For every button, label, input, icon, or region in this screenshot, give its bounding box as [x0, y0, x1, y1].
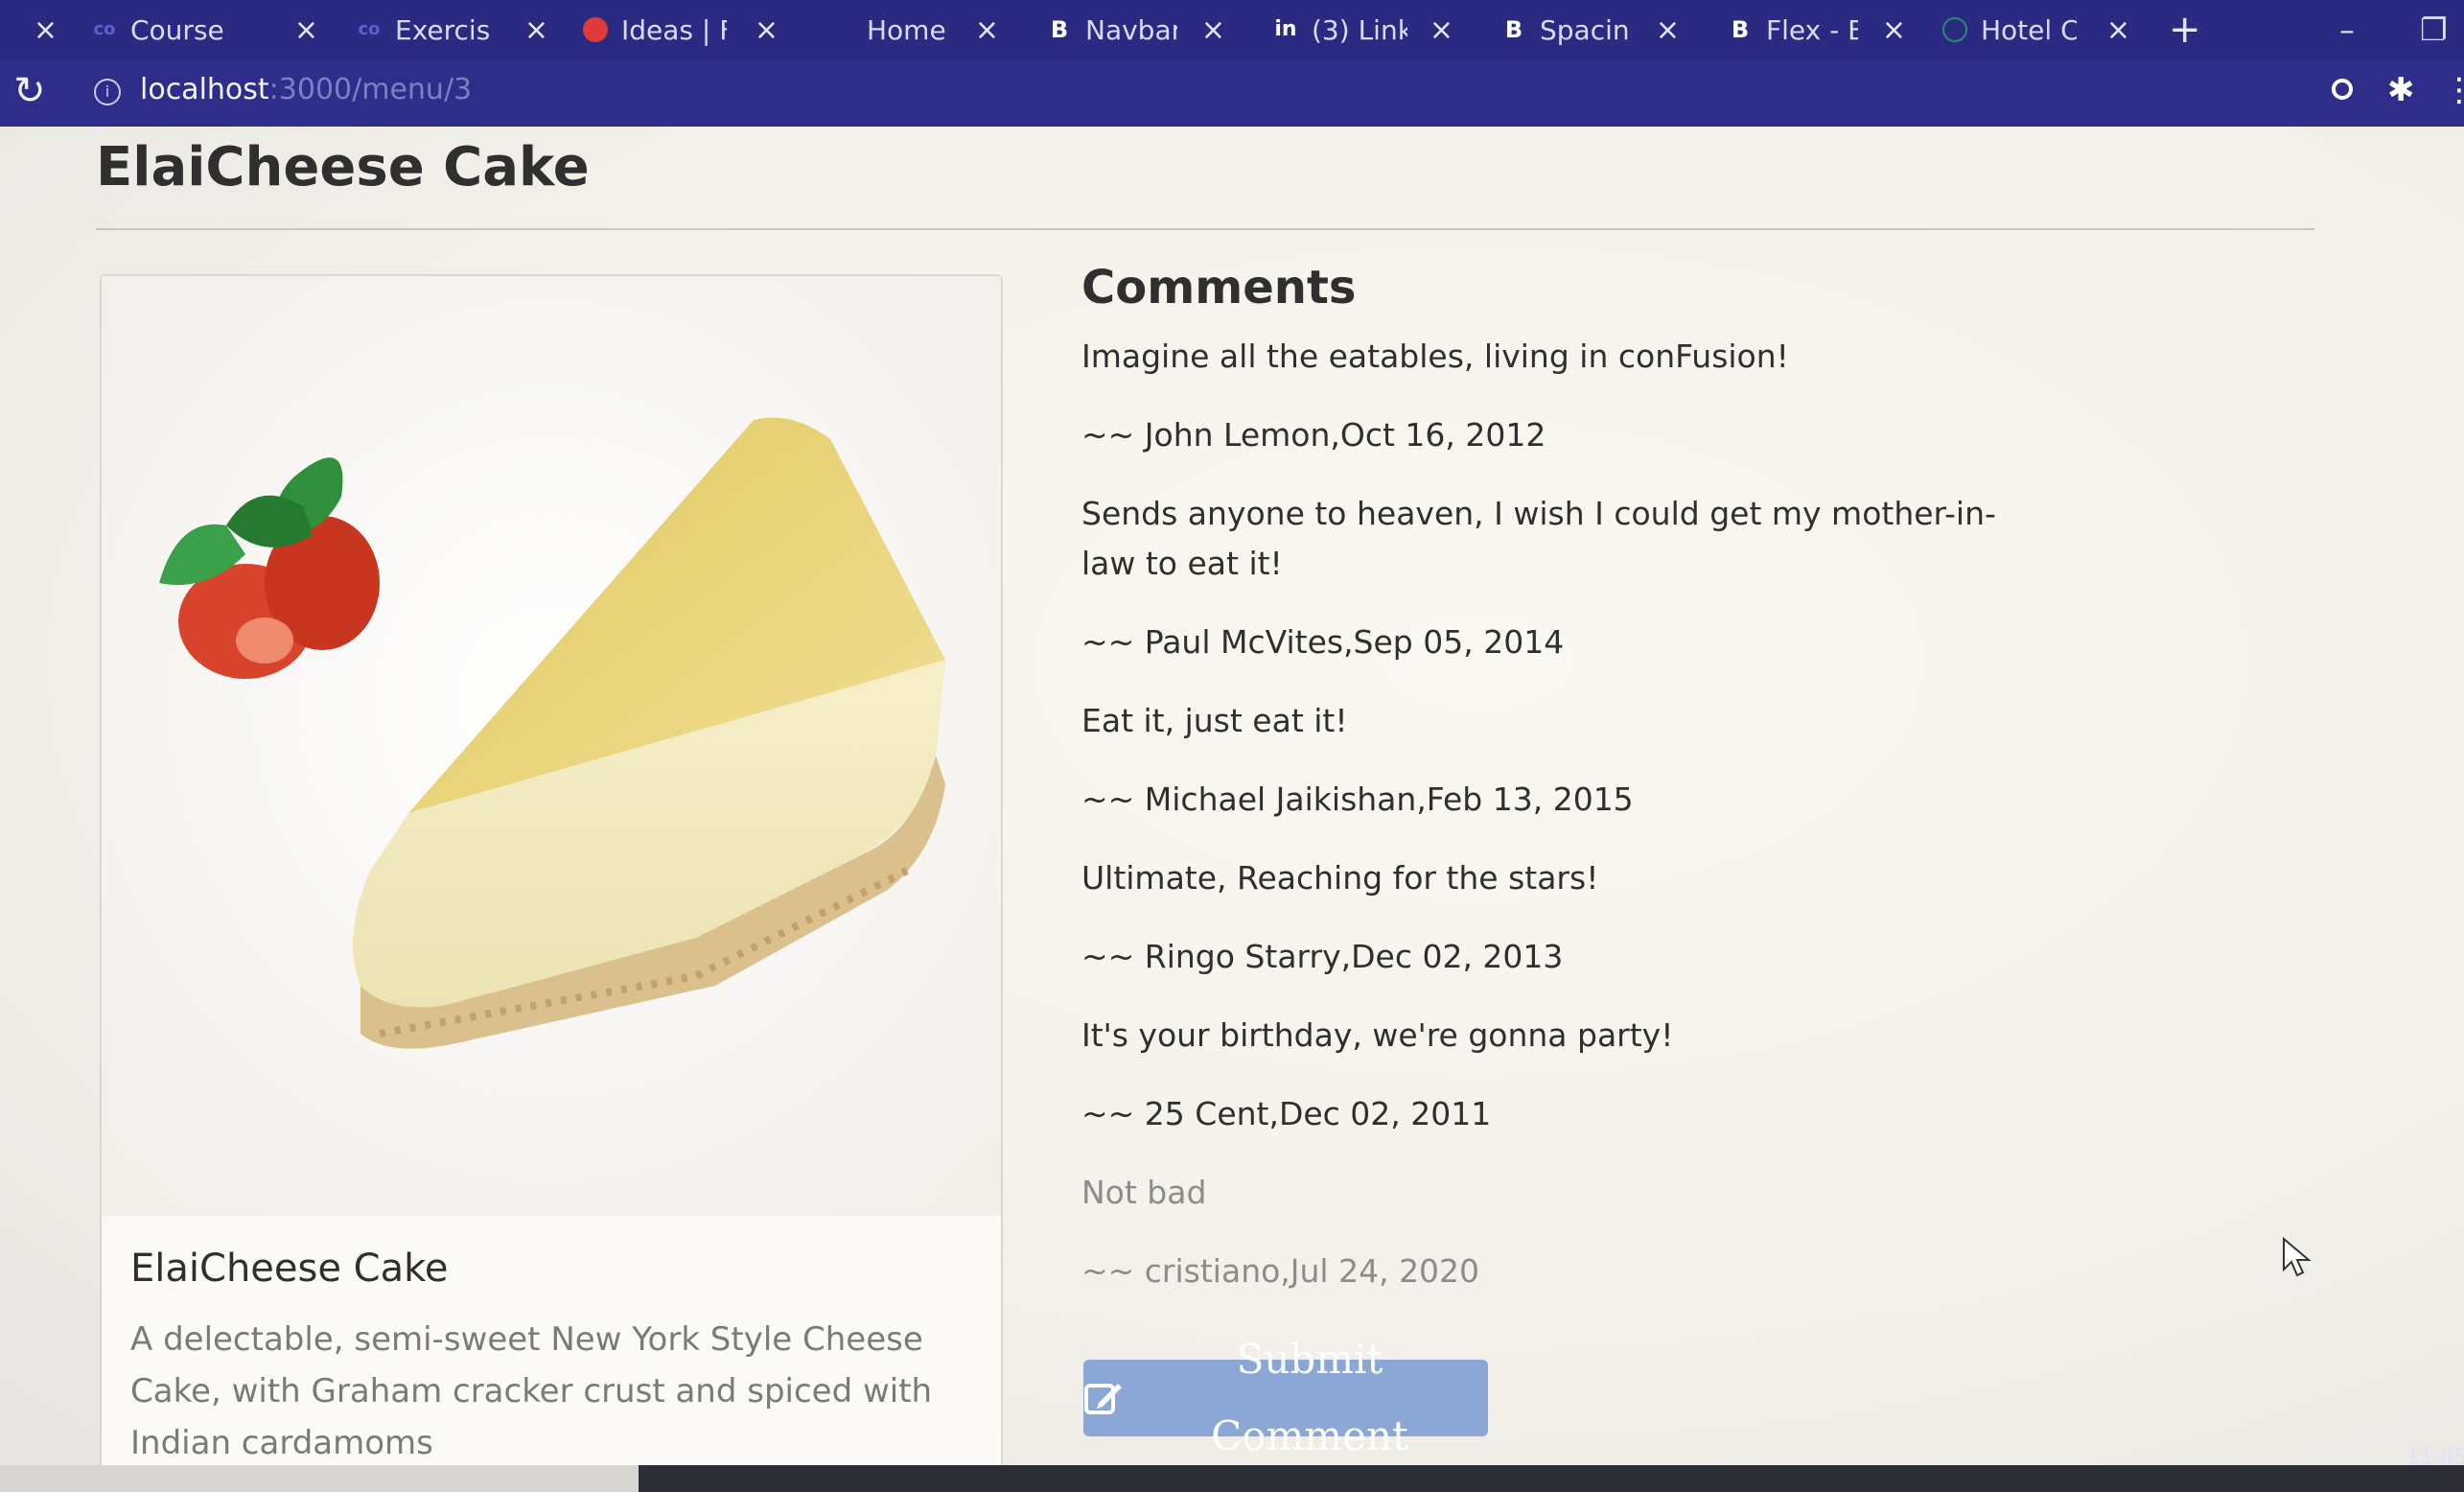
url-host: localhost	[140, 73, 269, 106]
comment-byline: ~~ Paul McVites,Sep 05, 2014	[1081, 623, 1565, 661]
comment-text: Ultimate, Reaching for the stars!	[1081, 859, 1599, 897]
dish-image	[102, 276, 1001, 1216]
browser-tab[interactable]: co Exercis ×	[357, 0, 548, 59]
dish-description: A delectable, semi-sweet New York Style …	[130, 1320, 933, 1462]
restore-icon[interactable]: ❐	[2420, 12, 2448, 48]
new-tab-icon[interactable]: +	[2169, 8, 2201, 52]
info-icon[interactable]: i	[94, 79, 121, 105]
comment-item: Not bad ~~ cristiano,Jul 24, 2020	[1081, 1168, 2040, 1296]
address-bar: ↻ i localhost:3000/menu/3 ✱ ⋮	[0, 59, 2464, 127]
browser-tab[interactable]: B Spacin ×	[1501, 0, 1680, 59]
coursera-icon: co	[358, 19, 381, 39]
taskbar-clock: 11:05	[2406, 1446, 2464, 1470]
tab-label: Home	[867, 13, 946, 46]
menu-icon[interactable]: ⋮	[2443, 71, 2464, 109]
close-icon[interactable]: ×	[755, 13, 779, 47]
comment-item: Imagine all the eatables, living in conF…	[1081, 332, 2040, 460]
tab-label: Ideas | F	[621, 13, 727, 46]
comment-item: Sends anyone to heaven, I wish I could g…	[1081, 489, 2040, 667]
tab-partial[interactable]: ×	[0, 0, 58, 59]
tab-label: Exercis	[395, 13, 491, 46]
bootstrap-icon: B	[1050, 16, 1069, 43]
comment-byline: ~~ 25 Cent,Dec 02, 2011	[1081, 1095, 1492, 1132]
comment-text: Eat it, just eat it!	[1081, 702, 1348, 739]
comments-section: Comments Imagine all the eatables, livin…	[1081, 261, 2040, 1325]
taskbar-left	[0, 1465, 639, 1492]
comment-text: Sends anyone to heaven, I wish I could g…	[1081, 495, 1996, 582]
browser-tab[interactable]: in (3) Link ×	[1273, 0, 1453, 59]
close-icon[interactable]: ×	[524, 13, 548, 47]
coursera-icon: co	[93, 19, 116, 39]
comment-item: It's your birthday, we're gonna party! ~…	[1081, 1011, 2040, 1139]
submit-comment-button[interactable]: Submit Comment	[1083, 1336, 1488, 1459]
tab-label: Hotel C	[1981, 13, 2077, 46]
page-content: ElaiCheese Cake ElaiCheese Cake A delect…	[0, 127, 2464, 1473]
comment-byline: ~~ Michael Jaikishan,Feb 13, 2015	[1081, 781, 1634, 818]
tab-label: Flex - B	[1766, 13, 1858, 46]
browser-tab[interactable]: B Navbar ×	[1047, 0, 1225, 59]
os-taskbar	[0, 1465, 2464, 1492]
tab-label: Spacin	[1540, 13, 1630, 46]
comment-item: Ultimate, Reaching for the stars! ~~ Rin…	[1081, 853, 2040, 982]
comment-item: Eat it, just eat it! ~~ Michael Jaikisha…	[1081, 696, 2040, 825]
dish-card: ElaiCheese Cake A delectable, semi-sweet…	[100, 274, 1003, 1473]
page-title: ElaiCheese Cake	[96, 136, 590, 198]
comments-heading: Comments	[1081, 261, 1357, 315]
mouse-cursor-icon	[2283, 1237, 2312, 1277]
extension-icon[interactable]	[2332, 79, 2353, 100]
browser-tab[interactable]: Ideas | F ×	[583, 0, 779, 59]
browser-tab[interactable]: Hotel C ×	[1942, 0, 2130, 59]
tab-label: Course	[130, 13, 224, 46]
close-icon[interactable]: ×	[1882, 13, 1906, 47]
tomato-icon	[583, 17, 608, 42]
comment-text: It's your birthday, we're gonna party!	[1081, 1016, 1674, 1054]
comment-text: Not bad	[1081, 1174, 1207, 1211]
url-path: :3000/menu/3	[268, 73, 473, 106]
close-icon[interactable]: ×	[294, 13, 318, 47]
submit-comment-label: Submit Comment	[1211, 1336, 1408, 1459]
tab-label: (3) Link	[1312, 13, 1407, 46]
tab-strip: × co Course × co Exercis × Ideas | F × H…	[0, 0, 2464, 59]
reload-icon[interactable]: ↻	[13, 69, 46, 113]
comment-byline: ~~ Ringo Starry,Dec 02, 2013	[1081, 938, 1564, 975]
browser-tab[interactable]: co Course ×	[92, 0, 318, 59]
globe-icon	[1942, 17, 1967, 42]
browser-tab[interactable]: Home ×	[825, 0, 999, 59]
comment-text: Imagine all the eatables, living in conF…	[1081, 338, 1789, 375]
url-field[interactable]: localhost:3000/menu/3	[140, 73, 472, 106]
tab-label: Navbar	[1085, 13, 1177, 46]
comment-byline: ~~ John Lemon,Oct 16, 2012	[1081, 416, 1546, 454]
linkedin-icon: in	[1274, 17, 1297, 41]
bootstrap-icon: B	[1731, 16, 1750, 43]
edit-icon	[1084, 1384, 1122, 1414]
puzzle-icon[interactable]: ✱	[2387, 71, 2415, 109]
divider	[96, 228, 2314, 230]
dish-name: ElaiCheese Cake	[130, 1247, 449, 1291]
comment-byline: ~~ cristiano,Jul 24, 2020	[1081, 1252, 1480, 1290]
close-icon[interactable]: ×	[34, 13, 58, 47]
close-icon[interactable]: ×	[1656, 13, 1680, 47]
comments-list: Imagine all the eatables, living in conF…	[1081, 332, 2040, 1296]
bootstrap-icon: B	[1504, 16, 1523, 43]
close-icon[interactable]: ×	[975, 13, 999, 47]
browser-tab[interactable]: B Flex - B ×	[1728, 0, 1906, 59]
close-icon[interactable]: ×	[2106, 13, 2130, 47]
minimize-icon[interactable]: –	[2339, 12, 2355, 48]
close-icon[interactable]: ×	[1201, 13, 1225, 47]
close-icon[interactable]: ×	[1430, 13, 1453, 47]
